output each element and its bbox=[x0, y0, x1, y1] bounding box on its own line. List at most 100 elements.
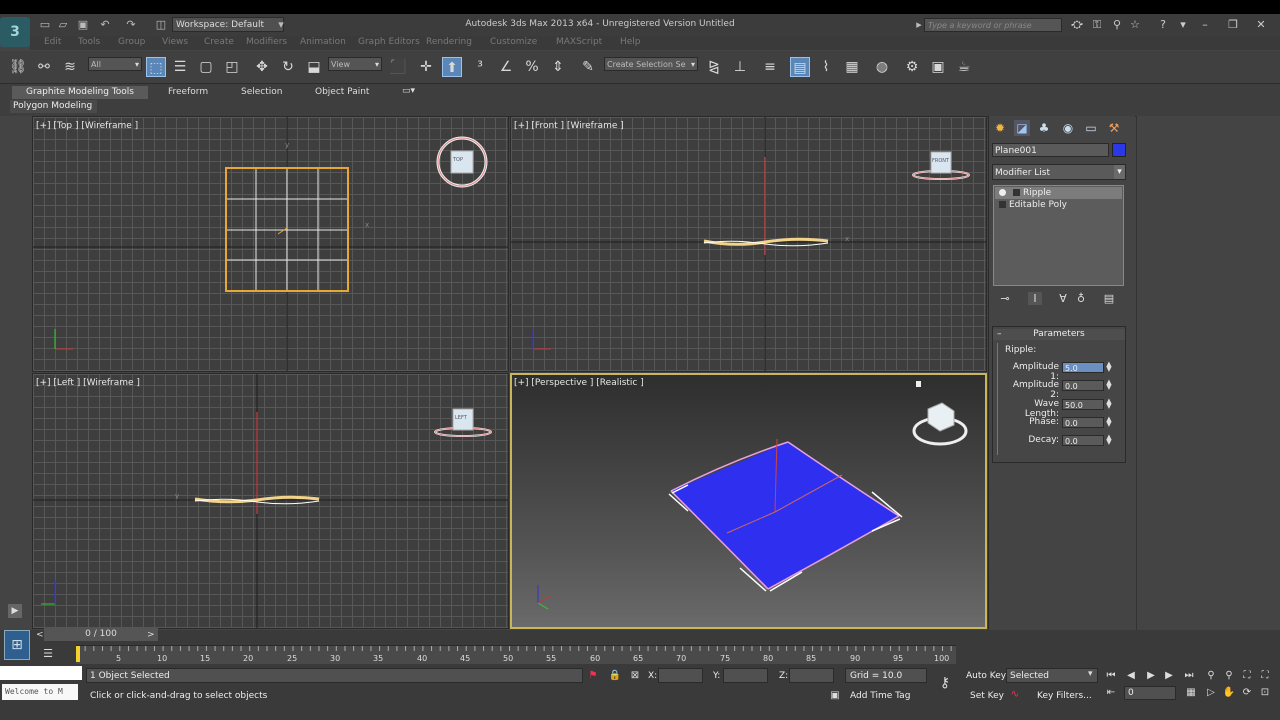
viewport-layout-icon[interactable]: ⊞ bbox=[4, 630, 30, 660]
curve-editor-icon[interactable]: ⌇ bbox=[816, 57, 836, 77]
bind-to-space-warp-icon[interactable]: ≋ bbox=[60, 57, 80, 77]
zoom-icon[interactable]: ⚲ bbox=[1204, 669, 1218, 683]
x-coordinate-field[interactable] bbox=[658, 668, 703, 683]
object-name-field[interactable]: Plane001 bbox=[992, 143, 1109, 157]
viewport-perspective-label[interactable]: [+] [Perspective ] [Realistic ] bbox=[514, 378, 644, 388]
create-panel-icon[interactable]: ✹ bbox=[992, 120, 1008, 136]
menu-create[interactable]: Create bbox=[204, 37, 234, 47]
phase-spinner-icon[interactable]: ▲ ▼ bbox=[1105, 416, 1113, 428]
help-search-input[interactable]: Type a keyword or phrase bbox=[924, 18, 1062, 32]
zoom-all-icon[interactable]: ⚲ bbox=[1222, 669, 1236, 683]
menu-views[interactable]: Views bbox=[162, 37, 188, 47]
chevron-down-icon[interactable]: ▾ bbox=[1088, 669, 1093, 679]
stack-item-editable-poly[interactable]: Editable Poly bbox=[995, 199, 1122, 211]
menu-graph-editors[interactable]: Graph Editors bbox=[358, 37, 420, 47]
wave-length-field[interactable]: 50.0 bbox=[1062, 399, 1104, 410]
selection-lock-icon[interactable]: 🔒 bbox=[608, 669, 622, 683]
decay-spinner-icon[interactable]: ▲ ▼ bbox=[1105, 434, 1113, 446]
angle-snap-icon[interactable]: ∠ bbox=[496, 57, 516, 77]
menu-tools[interactable]: Tools bbox=[78, 37, 100, 47]
tab-freeform[interactable]: Freeform bbox=[168, 87, 208, 97]
viewport-left[interactable]: y bbox=[32, 373, 509, 629]
add-time-tag-button[interactable]: Add Time Tag bbox=[850, 691, 910, 701]
named-selection-dropdown[interactable]: Create Selection Se bbox=[604, 57, 698, 72]
zoom-extents-all-icon[interactable]: ⛶ bbox=[1258, 669, 1272, 683]
select-and-move-icon[interactable]: ✥ bbox=[252, 57, 272, 77]
expand-scene-explorer-icon[interactable]: ▶ bbox=[8, 604, 22, 618]
key-filters-button[interactable]: Key Filters... bbox=[1037, 691, 1092, 701]
configure-modifier-sets-icon[interactable]: ▤ bbox=[1102, 292, 1116, 305]
communication-center-icon[interactable]: ⚲ bbox=[1110, 18, 1124, 32]
graphite-toggle-icon[interactable]: ▤ bbox=[790, 57, 810, 77]
window-crossing-icon[interactable]: ◰ bbox=[222, 57, 242, 77]
next-frame-icon[interactable]: ▶ bbox=[1162, 669, 1176, 683]
menu-animation[interactable]: Animation bbox=[300, 37, 346, 47]
viewcube-left[interactable]: LEFT bbox=[455, 415, 467, 421]
amplitude2-spinner-icon[interactable]: ▲ ▼ bbox=[1105, 379, 1113, 391]
maxscript-listener-input[interactable] bbox=[0, 666, 82, 680]
save-file-icon[interactable]: ▣ bbox=[76, 18, 90, 31]
tab-object-paint[interactable]: Object Paint bbox=[315, 87, 369, 97]
menu-rendering[interactable]: Rendering bbox=[426, 37, 472, 47]
set-key-mode-icon[interactable]: ⚷ bbox=[934, 676, 956, 690]
set-key-button[interactable]: Set Key bbox=[970, 691, 1004, 701]
display-panel-icon[interactable]: ▭ bbox=[1083, 120, 1099, 136]
time-configuration-icon[interactable]: ▦ bbox=[1184, 686, 1198, 700]
show-end-result-icon[interactable]: Ⅰ bbox=[1028, 292, 1042, 305]
rectangular-selection-icon[interactable]: ▢ bbox=[196, 57, 216, 77]
render-production-icon[interactable]: ☕ bbox=[954, 57, 974, 77]
menu-group[interactable]: Group bbox=[118, 37, 145, 47]
keyboard-shortcut-override-icon[interactable]: ⬆ bbox=[442, 57, 462, 77]
spinner-snap-icon[interactable]: ⇕ bbox=[548, 57, 568, 77]
workspace-dropdown[interactable]: Workspace: Default bbox=[172, 17, 284, 32]
select-object-icon[interactable]: ⬚ bbox=[146, 57, 166, 77]
modify-panel-icon[interactable]: ◪ bbox=[1014, 120, 1030, 136]
binoculars-icon[interactable]: ⛮ bbox=[1070, 18, 1084, 32]
modifier-list-dropdown[interactable]: Modifier List bbox=[992, 164, 1126, 180]
play-icon[interactable]: ▶ bbox=[1144, 669, 1158, 683]
help-dropdown-icon[interactable]: ▾ bbox=[1176, 18, 1190, 32]
previous-frame-icon[interactable]: ◀ bbox=[1124, 669, 1138, 683]
close-icon[interactable]: ✕ bbox=[1254, 18, 1268, 32]
viewport-perspective[interactable] bbox=[510, 373, 987, 629]
undo-icon[interactable]: ↶ bbox=[98, 18, 112, 31]
snaps-toggle-icon[interactable]: ³ bbox=[470, 57, 490, 77]
wave-length-spinner-icon[interactable]: ▲ ▼ bbox=[1105, 398, 1113, 410]
reference-coordinate-dropdown[interactable]: View bbox=[328, 57, 382, 72]
stack-item-ripple[interactable]: Ripple bbox=[995, 187, 1122, 199]
motion-panel-icon[interactable]: ◉ bbox=[1060, 120, 1076, 136]
open-file-icon[interactable]: ▱ bbox=[56, 18, 70, 31]
redo-icon[interactable]: ↷ bbox=[124, 18, 138, 31]
auto-key-button[interactable]: Auto Key bbox=[966, 671, 1006, 681]
decay-field[interactable]: 0.0 bbox=[1062, 435, 1104, 446]
absolute-mode-icon[interactable]: ⊠ bbox=[628, 669, 642, 683]
remove-modifier-icon[interactable]: ♁ bbox=[1074, 292, 1088, 305]
polygon-modeling-panel[interactable]: Polygon Modeling bbox=[10, 100, 97, 113]
time-slider[interactable]: 0 / 100 bbox=[44, 627, 158, 641]
time-slider-prev-icon[interactable]: < bbox=[36, 630, 44, 640]
key-icon[interactable]: ⚿ bbox=[1090, 18, 1104, 32]
pin-stack-icon[interactable]: ⊸ bbox=[998, 292, 1012, 305]
pivot-center-icon[interactable]: ⬛ bbox=[388, 57, 408, 77]
pan-view-icon[interactable]: ✋ bbox=[1222, 686, 1236, 700]
expand-icon[interactable] bbox=[1013, 189, 1020, 196]
select-and-scale-icon[interactable]: ⬓ bbox=[304, 57, 324, 77]
chevron-down-icon[interactable]: ▾ bbox=[1114, 165, 1125, 179]
select-and-link-icon[interactable]: ⛓ bbox=[8, 57, 28, 77]
favorites-star-icon[interactable]: ☆ bbox=[1128, 18, 1142, 32]
parameters-rollout-header[interactable]: – Parameters bbox=[993, 329, 1125, 340]
menu-help[interactable]: Help bbox=[620, 37, 641, 47]
menu-modifiers[interactable]: Modifiers bbox=[246, 37, 287, 47]
viewport-top-label[interactable]: [+] [Top ] [Wireframe ] bbox=[36, 121, 138, 131]
edit-named-selection-icon[interactable]: ✎ bbox=[578, 57, 598, 77]
menu-customize[interactable]: Customize bbox=[490, 37, 537, 47]
object-color-swatch[interactable] bbox=[1112, 143, 1126, 157]
y-coordinate-field[interactable] bbox=[723, 668, 768, 683]
minimize-icon[interactable]: – bbox=[1198, 18, 1212, 32]
viewcube-front[interactable]: FRONT bbox=[932, 158, 949, 164]
align-icon[interactable]: ⊥ bbox=[730, 57, 750, 77]
render-setup-icon[interactable]: ⚙ bbox=[902, 57, 922, 77]
track-bar-menu-icon[interactable]: ☰ bbox=[40, 647, 56, 661]
percent-snap-icon[interactable]: % bbox=[522, 57, 542, 77]
hierarchy-panel-icon[interactable]: ♣ bbox=[1036, 120, 1052, 136]
